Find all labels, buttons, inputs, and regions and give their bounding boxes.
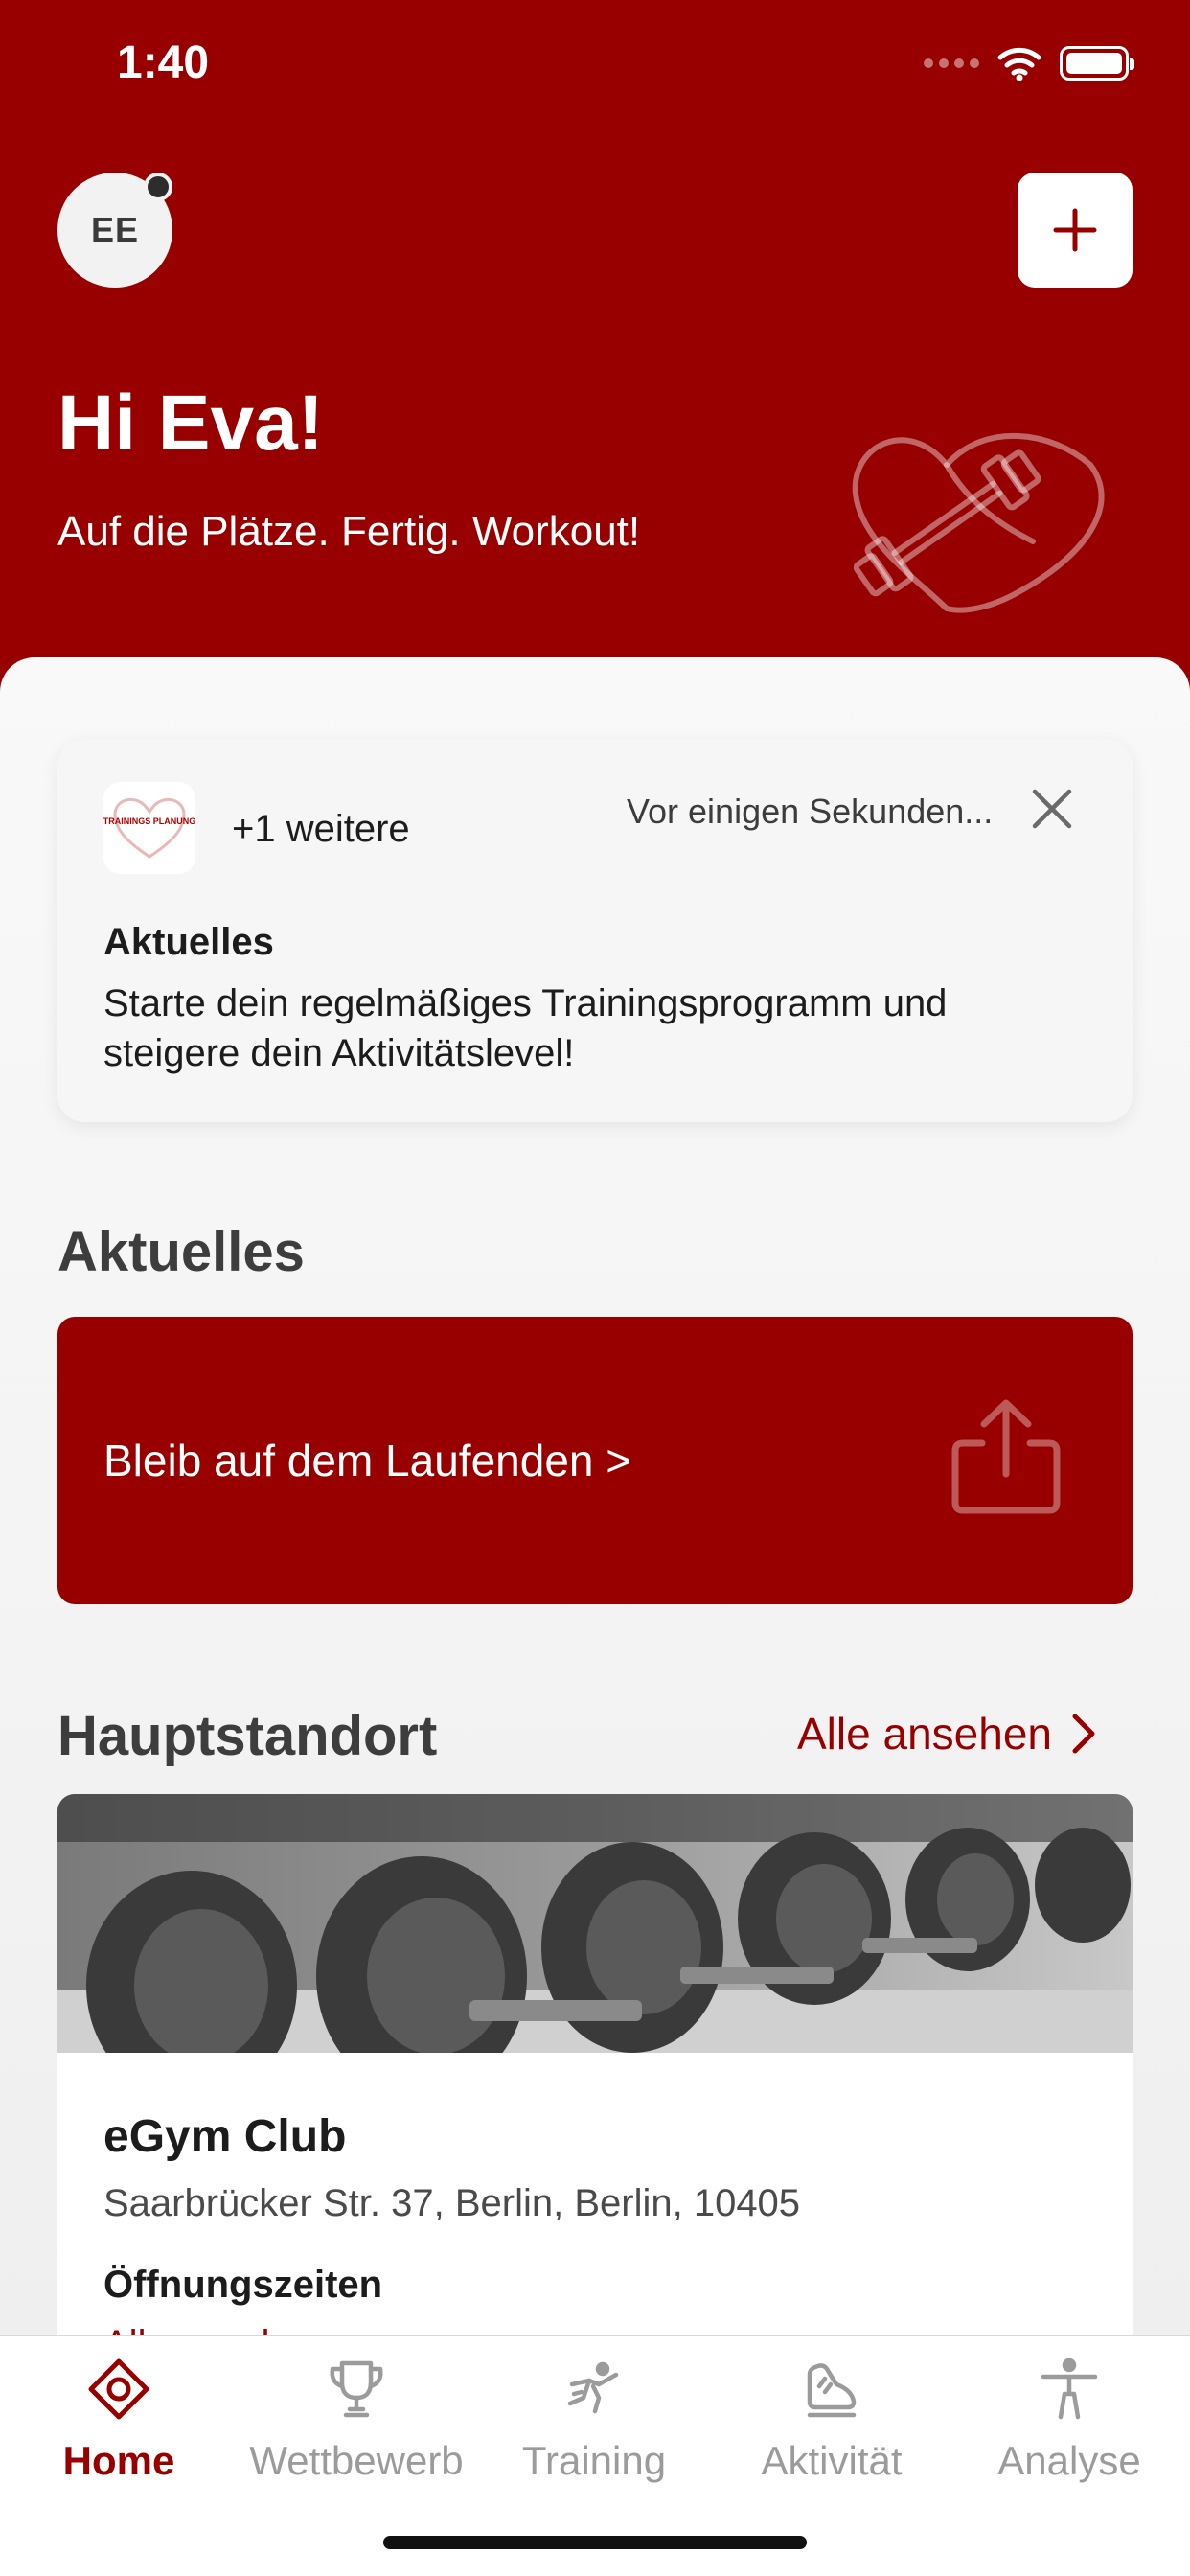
signal-icon <box>924 58 979 68</box>
opening-hours-link[interactable]: Alle ansehen › <box>103 2323 349 2334</box>
see-all-link[interactable]: Alle ansehen <box>797 1708 1098 1760</box>
notification-title: Aktuelles <box>103 921 274 963</box>
heart-dumbbell-icon <box>852 433 1105 613</box>
close-icon[interactable] <box>1025 782 1079 836</box>
status-time: 1:40 <box>117 37 210 88</box>
tab-training[interactable]: Training <box>475 2356 713 2499</box>
trophy-icon <box>330 2360 383 2418</box>
gym-photo <box>57 1794 1133 2053</box>
avatar-initials: EE <box>90 210 140 249</box>
share-icon <box>951 1399 1061 1514</box>
notification-dot <box>144 172 172 201</box>
tagline: Auf die Plätze. Fertig. Workout! <box>57 508 641 555</box>
tab-label: Aktivität <box>761 2438 903 2483</box>
training-icon <box>567 2361 619 2414</box>
tab-home[interactable]: Home <box>0 2356 238 2499</box>
tab-label: Analyse <box>997 2438 1141 2483</box>
home-indicator <box>383 2536 807 2549</box>
notification-more-label[interactable]: +1 weitere <box>232 808 410 851</box>
wifi-icon <box>997 47 1041 81</box>
plus-icon <box>1053 208 1097 252</box>
battery-icon <box>1060 46 1134 80</box>
notification-body: Starte dein regelmäßiges Trainingsprogra… <box>103 982 948 1074</box>
add-button[interactable] <box>1018 172 1133 288</box>
see-all-label: Alle ansehen <box>797 1709 1052 1759</box>
news-section-title: Aktuelles <box>57 1221 305 1283</box>
header: 1:40 EE Hi Eva! Auf die Plätze. Fertig. … <box>0 0 1190 728</box>
home-icon <box>88 2358 149 2420</box>
news-banner-label: Bleib auf dem Laufenden > <box>103 1436 632 1485</box>
notification-card[interactable]: TRAININGS PLANUNG +1 weitere Vor einigen… <box>57 739 1133 1122</box>
greeting: Hi Eva! <box>57 380 324 467</box>
tab-wettbewerb[interactable]: Wettbewerb <box>238 2356 475 2499</box>
tab-label: Home <box>62 2438 175 2483</box>
chevron-right-icon <box>1072 1714 1095 1754</box>
club-name: eGym Club <box>103 2111 347 2162</box>
person-icon <box>1041 2358 1098 2420</box>
activity-icon <box>807 2363 857 2418</box>
avatar[interactable]: EE <box>57 172 172 288</box>
news-banner[interactable]: Bleib auf dem Laufenden > <box>57 1317 1133 1604</box>
location-section-title: Hauptstandort <box>57 1705 438 1767</box>
opening-hours-label: Öffnungszeiten <box>103 2264 383 2306</box>
club-card[interactable]: eGym Club Saarbrücker Str. 37, Berlin, B… <box>57 1794 1133 2334</box>
tab-label: Training <box>521 2438 667 2483</box>
status-icons <box>924 44 1134 82</box>
tab-aktivitaet[interactable]: Aktivität <box>713 2356 950 2499</box>
svg-text:TRAININGS PLANUNG: TRAININGS PLANUNG <box>103 816 195 826</box>
main-content: TRAININGS PLANUNG +1 weitere Vor einigen… <box>0 657 1190 2334</box>
tab-analyse[interactable]: Analyse <box>950 2356 1188 2499</box>
training-plan-logo-icon: TRAININGS PLANUNG <box>103 798 195 859</box>
notification-thumbnail: TRAININGS PLANUNG <box>103 782 195 874</box>
tab-label: Wettbewerb <box>249 2438 464 2483</box>
club-address: Saarbrücker Str. 37, Berlin, Berlin, 104… <box>103 2182 801 2224</box>
notification-time: Vor einigen Sekunden... <box>627 792 994 831</box>
